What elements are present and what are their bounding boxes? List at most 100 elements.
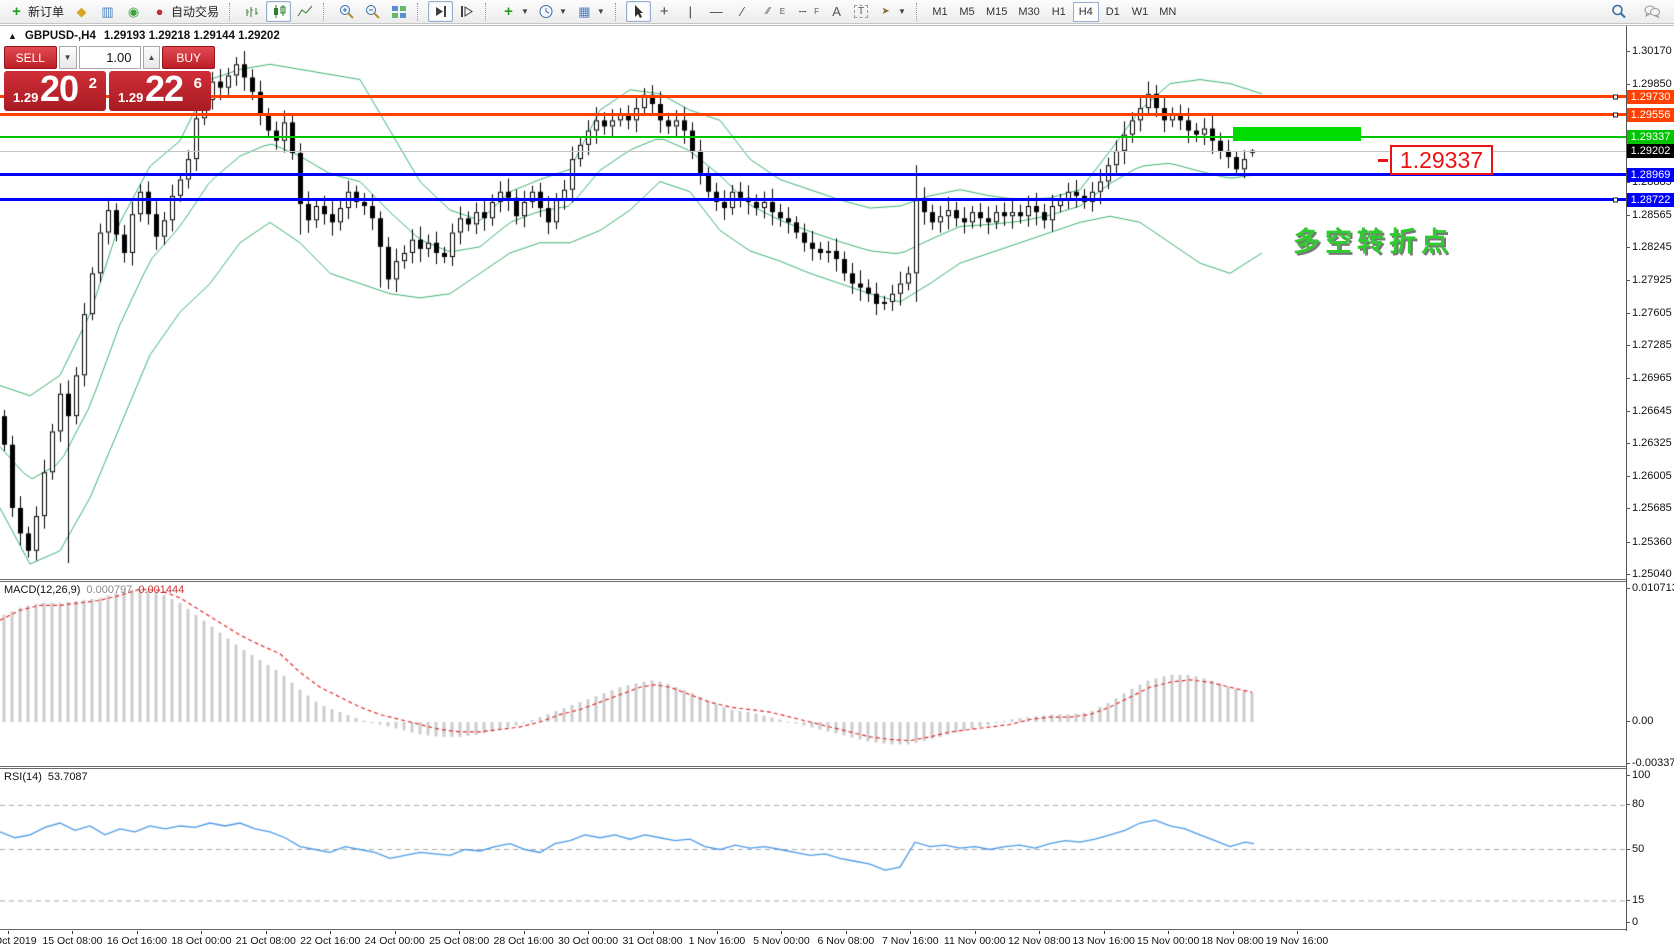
profiles-button[interactable]: ◆ bbox=[69, 1, 94, 22]
new-order-button[interactable]: +新订单 bbox=[4, 1, 68, 22]
macd-axis-tick: 0.010713 bbox=[1632, 582, 1674, 594]
vertical-line-button[interactable]: | bbox=[678, 1, 703, 22]
buy-button[interactable]: BUY bbox=[162, 46, 215, 69]
rsi-value: 53.7087 bbox=[48, 771, 88, 783]
main-toolbar: +新订单◆▥◉●自动交易+▼▼▦▼+|—∕∕∕E┄FAT➤▼M1M5M15M30… bbox=[0, 0, 1674, 24]
one-click-trading-panel: SELL ▼ ▲ BUY 1.29 20 2 1.29 22 6 bbox=[4, 46, 215, 111]
time-axis-tick bbox=[975, 931, 976, 934]
time-axis-label: 31 Oct 08:00 bbox=[622, 935, 682, 947]
collapse-trade-panel-icon[interactable]: ▲ bbox=[8, 31, 17, 41]
volume-decrease-button[interactable]: ▼ bbox=[59, 46, 77, 69]
line-handle[interactable] bbox=[1613, 197, 1618, 202]
macd-name: MACD(12,26,9) bbox=[4, 584, 80, 596]
timeframe-h1-button[interactable]: H1 bbox=[1046, 2, 1072, 22]
macd-axis-tick: -0.003373 bbox=[1632, 757, 1674, 769]
line-handle[interactable] bbox=[1613, 94, 1618, 99]
dropdown-caret-icon[interactable]: ▼ bbox=[597, 7, 605, 16]
time-axis-tick bbox=[330, 931, 331, 934]
volume-increase-button[interactable]: ▲ bbox=[143, 46, 161, 69]
sell-quote-box[interactable]: 1.29 20 2 bbox=[4, 71, 106, 111]
chart-shift-button[interactable] bbox=[454, 1, 479, 22]
macd-indicator-canvas[interactable] bbox=[0, 582, 1626, 766]
timeframe-mn-button[interactable]: MN bbox=[1154, 2, 1181, 22]
timeframe-h4-button[interactable]: H4 bbox=[1073, 2, 1099, 22]
toolbar-separator bbox=[323, 3, 330, 21]
callout-dash bbox=[1378, 159, 1388, 162]
time-axis[interactable]: 14 Oct 201915 Oct 08:0016 Oct 16:0018 Oc… bbox=[0, 931, 1674, 948]
zoom-in-button[interactable] bbox=[334, 1, 359, 22]
timeframe-w1-button[interactable]: W1 bbox=[1127, 2, 1154, 22]
time-axis-label: 16 Oct 16:00 bbox=[107, 935, 167, 947]
templates-button[interactable]: ▦▼ bbox=[572, 1, 609, 22]
line-handle[interactable] bbox=[1613, 112, 1618, 117]
panel-separator[interactable] bbox=[0, 766, 1626, 769]
channel-button[interactable]: ∕∕E bbox=[756, 1, 789, 22]
timeframe-d1-button[interactable]: D1 bbox=[1100, 2, 1126, 22]
line-chart-button[interactable] bbox=[292, 1, 317, 22]
chart-window: 1.29337 多空转折点 ▲ GBPUSD-,H4 1.29193 1.292… bbox=[0, 25, 1674, 948]
horizontal-line-object-1.29730[interactable] bbox=[0, 95, 1626, 98]
indicators-button[interactable]: +▼ bbox=[496, 1, 533, 22]
signals-button[interactable]: ◉ bbox=[121, 1, 146, 22]
crosshair-button[interactable]: + bbox=[652, 1, 677, 22]
toolbar-separator bbox=[417, 3, 424, 21]
tile-windows-button[interactable] bbox=[386, 1, 411, 22]
sell-price-prefix: 1.29 bbox=[13, 90, 38, 105]
horizontal-line-object-1.28722[interactable] bbox=[0, 198, 1626, 201]
turning-point-annotation[interactable]: 多空转折点 bbox=[1293, 220, 1453, 259]
zoom-out-button[interactable] bbox=[360, 1, 385, 22]
horizontal-line-button[interactable]: — bbox=[704, 1, 729, 22]
horizontal-line-object-1.29556[interactable] bbox=[0, 113, 1626, 116]
time-axis-label: 18 Nov 08:00 bbox=[1201, 935, 1263, 947]
price-scale[interactable]: 1.301701.298501.288851.285651.282451.279… bbox=[1627, 26, 1674, 931]
candlestick-chart-button[interactable] bbox=[266, 1, 291, 22]
horizontal-line-object-1.28969[interactable] bbox=[0, 173, 1626, 176]
search-button[interactable] bbox=[1606, 1, 1631, 22]
timeframe-m1-button[interactable]: M1 bbox=[927, 2, 953, 22]
macd-main-value: 0.000797 bbox=[86, 584, 132, 596]
periods-button[interactable]: ▼ bbox=[534, 1, 571, 22]
price-axis-tick: 1.26325 bbox=[1632, 437, 1672, 449]
trendline-button[interactable]: ∕ bbox=[730, 1, 755, 22]
chat-button[interactable] bbox=[1639, 1, 1664, 22]
ohlc-values: 1.29193 1.29218 1.29144 1.29202 bbox=[104, 30, 280, 42]
crosshair-icon: + bbox=[656, 4, 673, 20]
rsi-indicator-canvas[interactable] bbox=[0, 769, 1626, 931]
price-callout-label[interactable]: 1.29337 bbox=[1390, 145, 1493, 175]
vertical-line-icon: | bbox=[682, 4, 699, 20]
time-axis-label: 30 Oct 00:00 bbox=[558, 935, 618, 947]
price-line-label: 1.29556 bbox=[1627, 108, 1674, 122]
buy-quote-box[interactable]: 1.29 22 6 bbox=[109, 71, 211, 111]
time-axis-tick bbox=[781, 931, 782, 934]
highlight-rectangle-object[interactable] bbox=[1233, 127, 1361, 140]
fibonacci-button[interactable]: ┄F bbox=[790, 1, 823, 22]
panel-separator[interactable] bbox=[0, 579, 1626, 582]
price-axis-tick: 1.25685 bbox=[1632, 502, 1672, 514]
arrows-button[interactable]: ➤▼ bbox=[873, 1, 910, 22]
bar-chart-button[interactable] bbox=[240, 1, 265, 22]
signals-icon: ◉ bbox=[125, 4, 142, 20]
time-axis-label: 15 Oct 08:00 bbox=[42, 935, 102, 947]
price-chart-canvas[interactable] bbox=[0, 26, 1626, 579]
dropdown-caret-icon[interactable]: ▼ bbox=[521, 7, 529, 16]
text-label-button[interactable]: T bbox=[850, 1, 872, 22]
auto-scroll-button[interactable] bbox=[428, 1, 453, 22]
terminal-button[interactable]: ▥ bbox=[95, 1, 120, 22]
time-axis-tick bbox=[910, 931, 911, 934]
time-axis-tick bbox=[1297, 931, 1298, 934]
zoom-out-icon bbox=[364, 4, 381, 20]
text-label-icon: T bbox=[854, 5, 868, 18]
dropdown-caret-icon[interactable]: ▼ bbox=[898, 7, 906, 16]
text-button[interactable]: A bbox=[824, 1, 849, 22]
dropdown-caret-icon[interactable]: ▼ bbox=[559, 7, 567, 16]
cursor-button[interactable] bbox=[626, 1, 651, 22]
timeframe-m5-button[interactable]: M5 bbox=[954, 2, 980, 22]
time-axis-label: 15 Nov 00:00 bbox=[1137, 935, 1199, 947]
time-axis-label: 6 Nov 08:00 bbox=[818, 935, 875, 947]
horizontal-line-object-1.29337[interactable] bbox=[0, 136, 1626, 138]
autotrading-button[interactable]: ●自动交易 bbox=[147, 1, 223, 22]
volume-input[interactable] bbox=[79, 46, 141, 69]
sell-button[interactable]: SELL bbox=[4, 46, 57, 69]
timeframe-m15-button[interactable]: M15 bbox=[981, 2, 1012, 22]
timeframe-m30-button[interactable]: M30 bbox=[1013, 2, 1044, 22]
